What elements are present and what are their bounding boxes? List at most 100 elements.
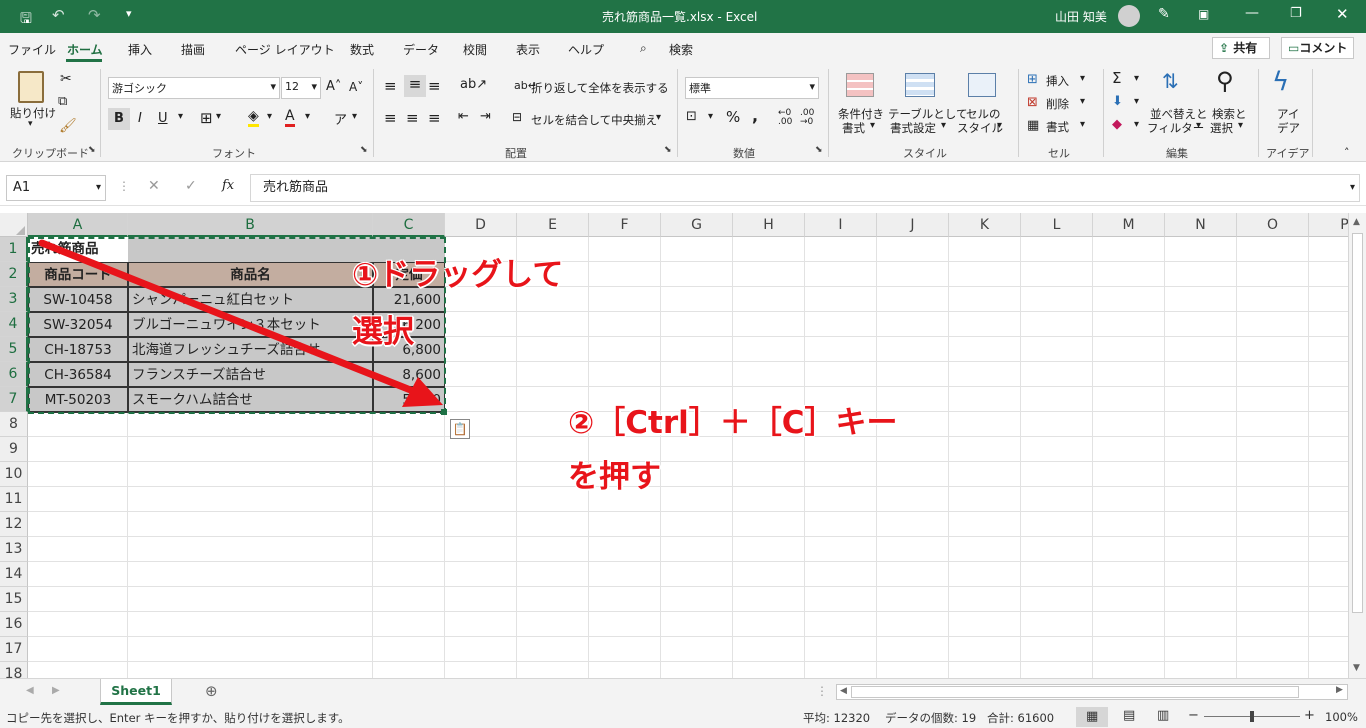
find-select-icon[interactable]: ⚲ [1216,67,1234,95]
scroll-left-icon[interactable]: ◀ [840,686,847,696]
column-header-p[interactable]: P [1309,213,1348,237]
tab-insert[interactable]: 挿入 [128,41,152,58]
row-header-15[interactable]: 15 [0,587,28,612]
find-select-dropdown-icon[interactable]: ▾ [1238,120,1243,131]
bold-button[interactable]: B [108,108,130,130]
scroll-up-icon[interactable]: ▲ [1353,217,1360,227]
borders-dropdown-icon[interactable]: ▾ [216,111,221,122]
accounting-dropdown-icon[interactable]: ▾ [708,111,713,122]
clear-dropdown-icon[interactable]: ▾ [1134,119,1139,130]
row-header-14[interactable]: 14 [0,562,28,587]
column-header-g[interactable]: G [661,213,733,237]
conditional-format-icon[interactable] [846,73,874,97]
format-cells-button[interactable]: 書式 [1046,119,1069,135]
font-color-icon[interactable]: A [285,108,295,127]
zoom-level[interactable]: 100% [1325,710,1358,724]
autosum-dropdown-icon[interactable]: ▾ [1134,73,1139,84]
column-header-f[interactable]: F [589,213,661,237]
delete-cells-button[interactable]: 削除 [1046,96,1069,112]
delete-dropdown-icon[interactable]: ▾ [1080,96,1085,107]
merge-center-button[interactable]: セルを結合して中央揃え [531,112,657,128]
vertical-scroll-thumb[interactable] [1352,233,1363,613]
tab-draw[interactable]: 描画 [181,41,205,58]
paste-button[interactable]: 貼り付け [10,105,56,121]
orientation-icon[interactable]: ab↗ [460,77,487,92]
phonetic-dropdown-icon[interactable]: ▾ [352,111,357,122]
tab-file[interactable]: ファイル [8,41,56,58]
fill-dropdown-icon[interactable]: ▾ [1134,96,1139,107]
sort-filter-icon[interactable]: ⇅ [1162,69,1179,93]
fill-color-icon[interactable]: ◈ [248,108,259,127]
insert-cells-icon[interactable]: ⊞ [1027,72,1038,87]
save-icon[interactable]: 🖫 [20,8,32,32]
next-sheet-icon[interactable]: ▶ [52,685,60,696]
align-right-icon[interactable]: ≡ [428,109,441,127]
search-icon[interactable]: ⌕ [640,41,647,56]
share-button[interactable]: ⇪ 共有 [1212,37,1270,59]
merge-center-icon[interactable]: ⊟ [512,110,522,124]
fill-icon[interactable]: ⬇ [1112,94,1123,109]
phonetic-icon[interactable]: ア [334,109,347,128]
paste-icon[interactable] [18,71,44,103]
alignment-launcher-icon[interactable]: ⬊ [664,145,672,155]
name-box[interactable]: A1 ▾ [6,175,106,201]
italic-button[interactable]: I [138,111,142,126]
horizontal-scrollbar[interactable]: ◀ [836,684,1348,700]
row-header-10[interactable]: 10 [0,462,28,487]
row-header-11[interactable]: 11 [0,487,28,512]
underline-button[interactable]: U [158,111,168,126]
column-header-n[interactable]: N [1165,213,1237,237]
insert-dropdown-icon[interactable]: ▾ [1080,73,1085,84]
tab-review[interactable]: 校閲 [463,41,487,58]
row-header-16[interactable]: 16 [0,612,28,637]
tab-help[interactable]: ヘルプ [568,41,604,58]
clipboard-launcher-icon[interactable]: ⬊ [88,145,96,155]
ribbon-display-icon[interactable]: ▣ [1198,7,1209,21]
row-header-18[interactable]: 18 [0,662,28,678]
tab-page-layout[interactable]: ページ レイアウト [235,41,335,58]
add-sheet-icon[interactable]: ⊕ [205,682,218,700]
align-top-icon[interactable]: ≡ [384,77,397,95]
scroll-down-icon[interactable]: ▼ [1353,663,1360,673]
clear-icon[interactable]: ◆ [1112,117,1122,132]
search-label[interactable]: 検索 [669,41,693,58]
decrease-decimal-icon[interactable]: .00 →0 [800,109,814,127]
font-launcher-icon[interactable]: ⬊ [360,145,368,155]
row-header-13[interactable]: 13 [0,537,28,562]
tab-split-grip-icon[interactable]: ⋮ [816,684,828,698]
column-header-k[interactable]: K [949,213,1021,237]
align-left-icon[interactable]: ≡ [384,109,397,127]
formula-input[interactable]: 売れ筋商品 ▾ [250,174,1360,202]
column-header-m[interactable]: M [1093,213,1165,237]
fill-dropdown-icon[interactable]: ▾ [267,111,272,122]
tab-formulas[interactable]: 数式 [350,41,374,58]
align-bottom-icon[interactable]: ≡ [428,77,441,95]
comment-button[interactable]: ▭コメント [1281,37,1354,59]
normal-view-button[interactable]: ▦ [1076,707,1108,727]
redo-icon[interactable]: ↷ [88,6,101,24]
autosum-icon[interactable]: Σ [1112,69,1121,87]
pen-icon[interactable]: ✎ [1158,6,1170,22]
confirm-entry-icon[interactable]: ✓ [185,178,197,194]
borders-icon[interactable]: ⊞ [200,109,213,127]
row-header-17[interactable]: 17 [0,637,28,662]
cancel-entry-icon[interactable]: ✕ [148,178,160,194]
page-layout-view-icon[interactable]: ▤ [1123,708,1135,723]
font-color-dropdown-icon[interactable]: ▾ [305,111,310,122]
tab-view[interactable]: 表示 [516,41,540,58]
horizontal-scroll-thumb[interactable] [851,686,1299,698]
conditional-format-dropdown-icon[interactable]: ▾ [870,120,875,131]
font-size-select[interactable]: 12 ▾ [281,77,321,99]
format-dropdown-icon[interactable]: ▾ [1080,119,1085,130]
cut-icon[interactable]: ✂ [60,71,72,87]
format-as-table-icon[interactable] [905,73,935,97]
zoom-out-icon[interactable]: − [1188,708,1199,723]
status-sum[interactable]: 合計: 61600 [987,710,1054,726]
scroll-right-icon[interactable]: ▶ [1336,685,1343,695]
restore-icon[interactable]: ❐ [1290,6,1302,21]
merge-dropdown-icon[interactable]: ▾ [656,112,661,123]
number-launcher-icon[interactable]: ⬊ [815,145,823,155]
accounting-format-icon[interactable]: ⊡ [686,109,697,124]
underline-dropdown-icon[interactable]: ▾ [178,111,183,122]
percent-style-icon[interactable]: % [726,108,740,126]
